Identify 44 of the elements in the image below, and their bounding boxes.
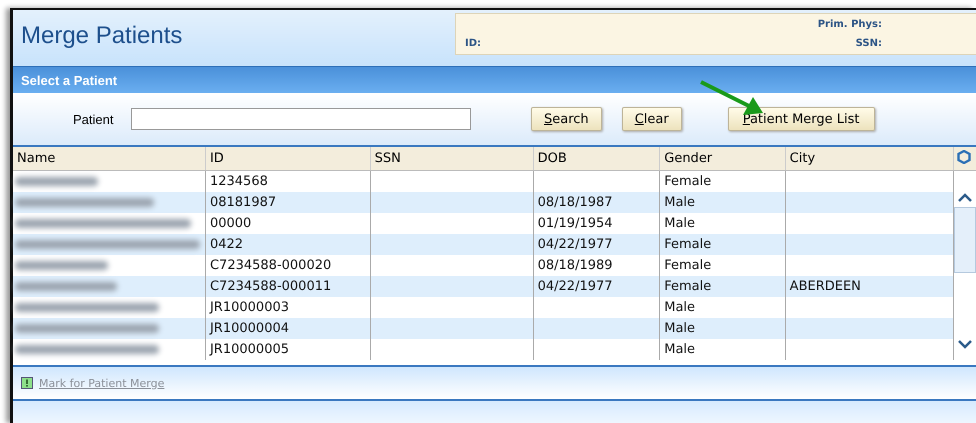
table-cell: Male: [664, 342, 696, 357]
table-cell: Male: [664, 321, 696, 336]
column-header[interactable]: Name: [13, 147, 206, 170]
column-header[interactable]: Gender: [660, 147, 786, 170]
scroll-thumb[interactable]: [954, 207, 976, 273]
table-cell: 00000: [210, 216, 252, 231]
scroll-up-icon[interactable]: [956, 193, 973, 203]
column-header[interactable]: ID: [205, 147, 370, 170]
table-cell: JR10000003: [210, 300, 290, 315]
table-cell: 1234568: [210, 174, 268, 189]
table-cell: 0422: [210, 237, 244, 252]
table-cell: Male: [664, 195, 696, 210]
table-cell: Female: [664, 237, 712, 252]
table-cell: 04/22/1977: [538, 279, 613, 294]
table-cell: C7234588-000020: [210, 258, 332, 273]
table-cell: 01/19/1954: [538, 216, 613, 231]
table-cell: Female: [664, 258, 712, 273]
exclamation-icon: [21, 377, 33, 389]
table-cell: 08181987: [210, 195, 276, 210]
action-button[interactable]: Search: [531, 107, 602, 131]
settings-icon[interactable]: [956, 150, 971, 164]
table-cell: Male: [664, 300, 696, 315]
column-header[interactable]: City: [785, 147, 954, 170]
scroll-down-icon[interactable]: [956, 339, 973, 349]
column-header[interactable]: DOB: [533, 147, 660, 170]
section-title: Select a Patient: [21, 72, 118, 88]
table-cell: Female: [664, 174, 712, 189]
table-cell: Female: [664, 279, 712, 294]
action-button[interactable]: Clear: [622, 107, 682, 131]
table-cell: Male: [664, 216, 696, 231]
table-cell: JR10000005: [210, 342, 290, 357]
info-label: Prim. Phys:: [818, 19, 882, 30]
patient-field[interactable]: [131, 108, 471, 130]
column-header[interactable]: SSN: [370, 147, 534, 170]
info-label: SSN:: [856, 38, 882, 49]
table-cell: ABERDEEN: [790, 279, 861, 294]
table-cell: JR10000004: [210, 321, 290, 336]
table-cell: 04/22/1977: [538, 237, 613, 252]
info-label: ID:: [465, 38, 482, 49]
table-cell: 08/18/1989: [538, 258, 613, 273]
window-title: Merge Patients: [21, 22, 184, 50]
table-cell: 08/18/1987: [538, 195, 613, 210]
table-cell: C7234588-000011: [210, 279, 332, 294]
patient-label: Patient: [73, 112, 114, 126]
